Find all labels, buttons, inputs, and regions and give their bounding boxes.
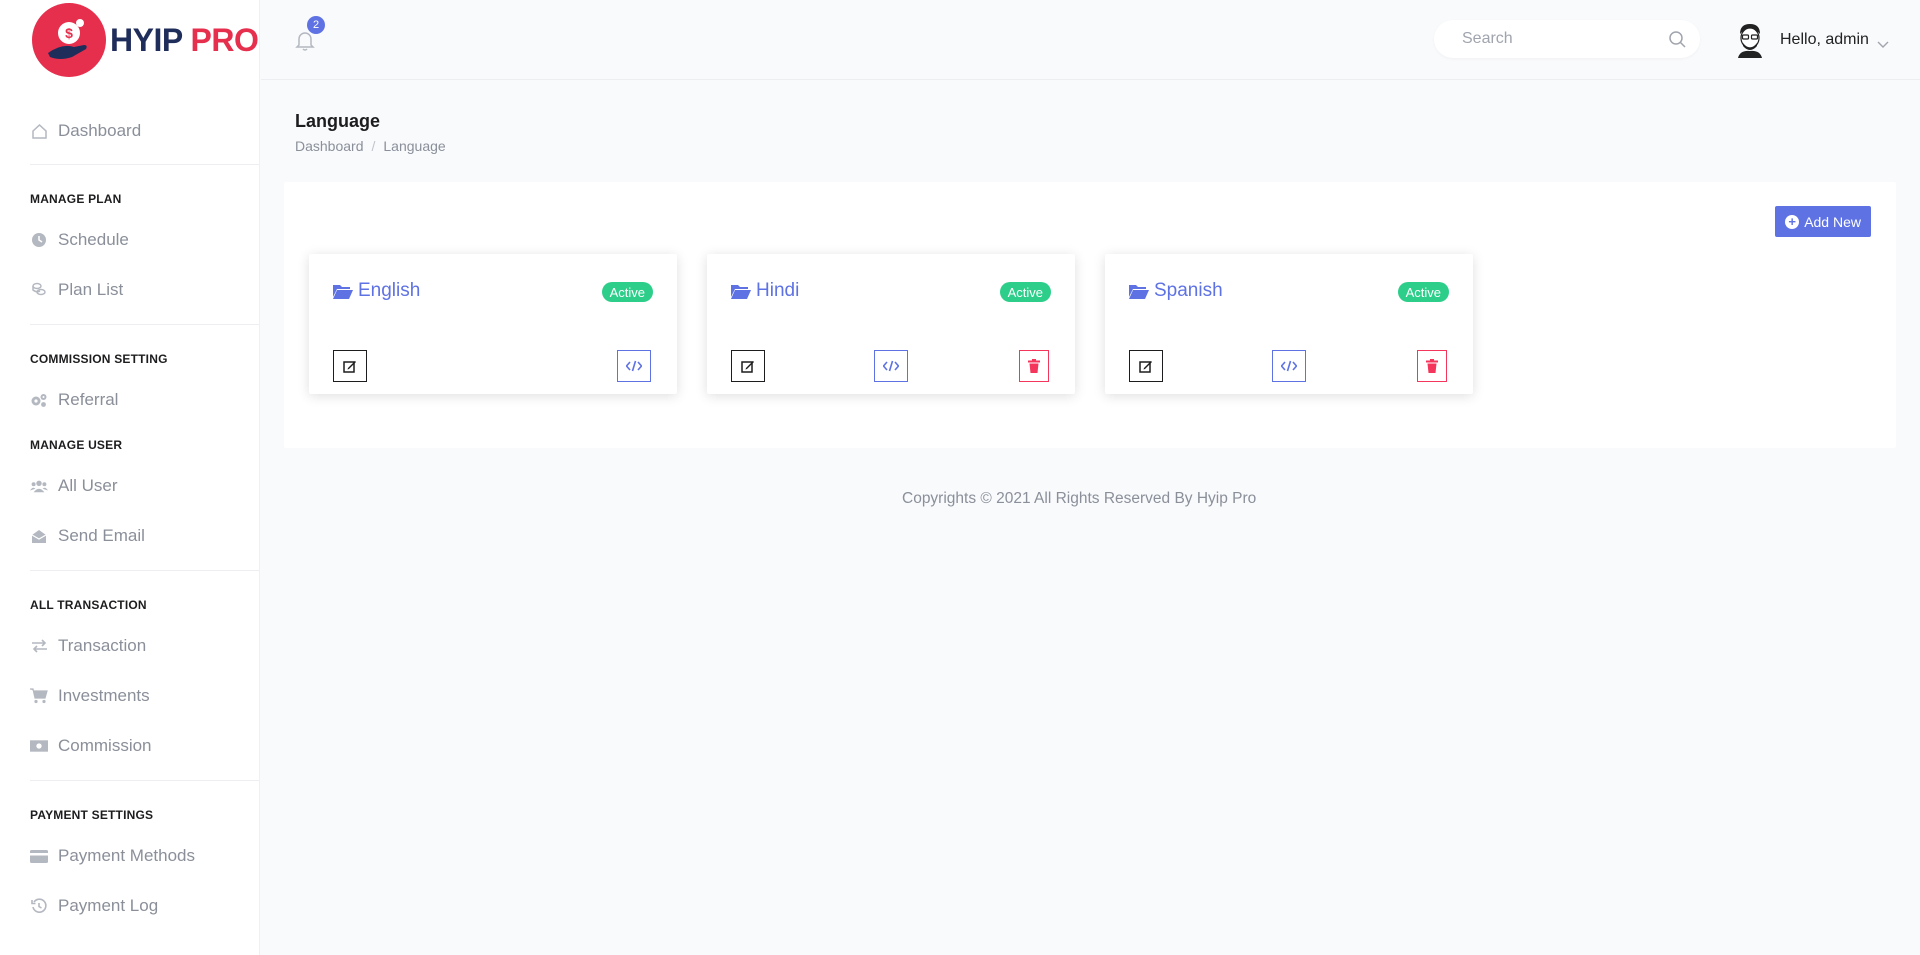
sidebar-item-label: All User xyxy=(58,476,118,495)
edit-icon xyxy=(1139,361,1152,373)
sidebar-item-label: Transaction xyxy=(58,636,147,655)
sidebar-item-payment-log[interactable]: Payment Log xyxy=(0,881,259,931)
breadcrumb: Dashboard / Language xyxy=(295,138,446,154)
user-menu[interactable]: Hello, admin xyxy=(1734,22,1889,58)
logo-hand-coin-icon: $ xyxy=(32,3,106,77)
delete-button[interactable] xyxy=(1417,350,1447,382)
sidebar-item-label: Dashboard xyxy=(58,121,142,140)
sidebar-item-label: Referral xyxy=(58,390,119,409)
keywords-button[interactable] xyxy=(617,350,651,382)
breadcrumb-current: Language xyxy=(383,138,446,154)
language-card-title[interactable]: English xyxy=(333,280,420,302)
page-title: Language xyxy=(295,111,381,131)
add-new-button[interactable]: + Add New xyxy=(1775,206,1871,237)
delete-button[interactable] xyxy=(1019,350,1049,382)
trash-icon xyxy=(1028,359,1040,373)
folder-open-icon xyxy=(1129,285,1149,299)
sidebar-item-schedule[interactable]: Schedule xyxy=(0,215,259,265)
sidebar-item-referral[interactable]: Referral xyxy=(0,375,259,425)
code-icon xyxy=(1281,360,1297,372)
search-box xyxy=(1434,20,1700,58)
sidebar-item-payment-methods[interactable]: Payment Methods xyxy=(0,831,259,881)
user-greeting: Hello, admin xyxy=(1780,31,1869,48)
cogs-icon xyxy=(30,391,48,409)
language-card-title[interactable]: Hindi xyxy=(731,280,799,302)
folder-open-icon xyxy=(731,285,751,299)
top-header: 2 Hello, admin xyxy=(261,0,1920,80)
exchange-icon xyxy=(30,637,48,655)
credit-card-icon xyxy=(30,847,48,865)
edit-button[interactable] xyxy=(333,350,367,382)
sidebar-item-label: Investments xyxy=(58,686,150,705)
sidebar-item-send-email[interactable]: Send Email xyxy=(0,511,259,561)
sidebar-item-label: Payment Log xyxy=(58,896,159,915)
sidebar-item-dashboard[interactable]: Dashboard xyxy=(0,106,259,156)
coins-icon xyxy=(30,281,48,299)
language-card-title[interactable]: Spanish xyxy=(1129,280,1223,302)
folder-open-icon xyxy=(333,285,353,299)
history-icon xyxy=(30,897,48,915)
svg-text:$: $ xyxy=(65,25,73,41)
footer-copyright: Copyrights © 2021 All Rights Reserved By… xyxy=(902,490,1257,507)
sidebar-item-label: Payment Methods xyxy=(58,846,196,865)
sidebar-item-all-user[interactable]: All User xyxy=(0,461,259,511)
language-name: Hindi xyxy=(756,280,800,301)
sidebar-heading-commission-setting: COMMISSION SETTING xyxy=(30,352,168,366)
edit-icon xyxy=(343,361,356,373)
envelope-open-icon xyxy=(30,527,48,545)
edit-button[interactable] xyxy=(1129,350,1163,382)
code-icon xyxy=(883,360,899,372)
clock-icon xyxy=(30,231,48,249)
sidebar-heading-all-transaction: ALL TRANSACTION xyxy=(30,598,147,612)
brand-logo[interactable]: $ HYIP PRO xyxy=(0,0,259,80)
keywords-button[interactable] xyxy=(1272,350,1306,382)
sidebar-heading-manage-plan: MANAGE PLAN xyxy=(30,192,122,206)
sidebar-item-label: Plan List xyxy=(58,280,124,299)
language-name: Spanish xyxy=(1154,280,1223,301)
breadcrumb-link-dashboard[interactable]: Dashboard xyxy=(295,138,364,154)
language-card-english: English Active xyxy=(309,254,677,394)
sidebar-item-investments[interactable]: Investments xyxy=(0,671,259,721)
edit-icon xyxy=(741,361,754,373)
edit-button[interactable] xyxy=(731,350,765,382)
notification-count-badge: 2 xyxy=(307,16,325,34)
keywords-button[interactable] xyxy=(874,350,908,382)
code-icon xyxy=(626,360,642,372)
sidebar-item-label: Send Email xyxy=(58,526,145,545)
sidebar-heading-payment-settings: PAYMENT SETTINGS xyxy=(30,808,154,822)
brand-name: HYIP PRO xyxy=(110,21,259,58)
sidebar-heading-manage-user: MANAGE USER xyxy=(30,438,123,452)
users-icon xyxy=(30,477,48,495)
cart-icon xyxy=(30,687,48,705)
breadcrumb-separator: / xyxy=(371,138,376,154)
language-card-hindi: Hindi Active xyxy=(707,254,1075,394)
money-bill-icon xyxy=(30,737,48,755)
status-badge: Active xyxy=(1397,282,1449,302)
sidebar: $ HYIP PRO Dashboard MANAGE PLAN Schedul… xyxy=(0,0,260,955)
home-icon xyxy=(30,122,48,140)
sidebar-item-commission[interactable]: Commission xyxy=(0,721,259,771)
sidebar-item-transaction[interactable]: Transaction xyxy=(0,621,259,671)
language-card-spanish: Spanish Active xyxy=(1105,254,1473,394)
language-panel: + Add New English Active Hindi Active Sp… xyxy=(284,182,1896,448)
trash-icon xyxy=(1426,359,1438,373)
add-new-label: Add New xyxy=(1804,213,1861,230)
plus-circle-icon: + xyxy=(1785,214,1800,229)
chevron-down-icon xyxy=(1877,36,1889,48)
avatar xyxy=(1734,22,1766,58)
status-badge: Active xyxy=(601,282,653,302)
sidebar-item-label: Schedule xyxy=(58,230,129,249)
search-input[interactable] xyxy=(1434,20,1644,58)
language-name: English xyxy=(358,280,421,301)
search-icon[interactable] xyxy=(1669,31,1686,48)
status-badge: Active xyxy=(999,282,1051,302)
sidebar-item-label: Commission xyxy=(58,736,152,755)
sidebar-item-plan-list[interactable]: Plan List xyxy=(0,265,259,315)
